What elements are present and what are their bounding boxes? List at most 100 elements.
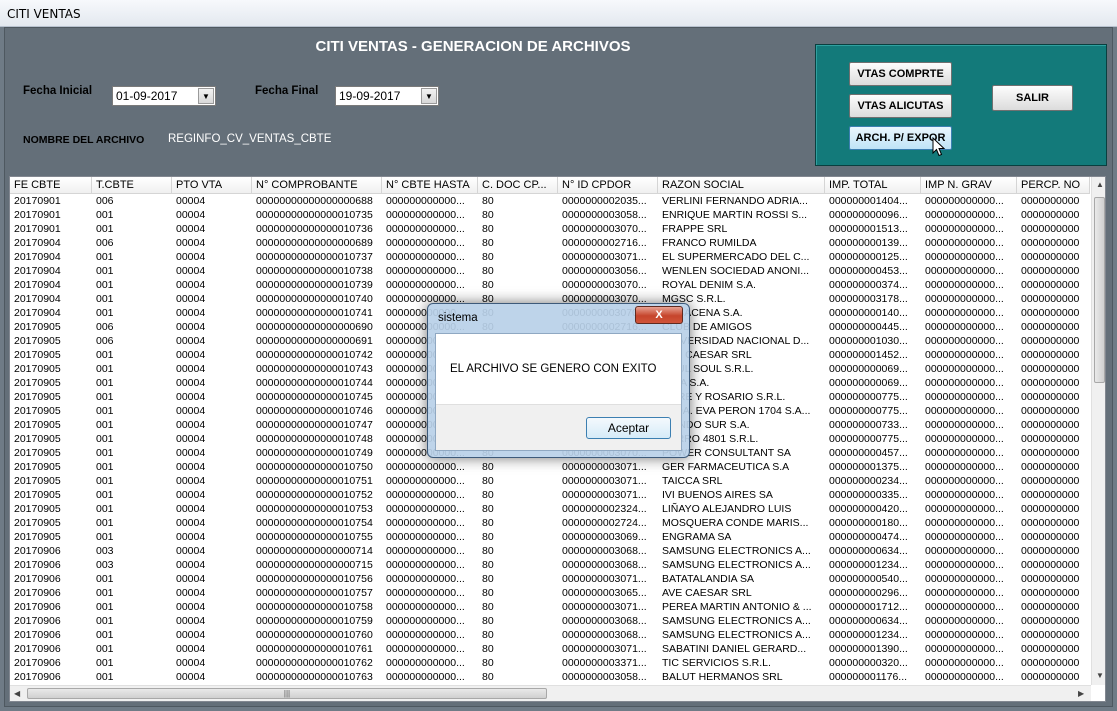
table-row[interactable]: 20170901 001 00004 00000000000000010735 0000… <box>10 208 1090 222</box>
cell-razon-social: SABATINI DANIEL GERARD... <box>662 643 807 655</box>
cell-percp-no: 0000000000 <box>1021 671 1080 683</box>
cell-t-cbte: 001 <box>96 629 114 641</box>
column-header-nro-cbte-hasta[interactable]: N° CBTE HASTA <box>382 177 478 193</box>
column-header-percp-no[interactable]: PERCP. NO <box>1017 177 1090 193</box>
end-date-combo[interactable]: 19-09-2017 ▼ <box>335 86 439 106</box>
cell-pto-vta: 00004 <box>176 237 206 249</box>
table-row[interactable]: 20170906 001 00004 00000000000000010757 0000… <box>10 586 1090 600</box>
column-header-pto-vta[interactable]: PTO VTA <box>172 177 252 193</box>
table-row[interactable]: 20170905 001 00004 00000000000000010753 0000… <box>10 502 1090 516</box>
column-header-imp-n-grav[interactable]: IMP N. GRAV <box>921 177 1017 193</box>
table-row[interactable]: 20170906 001 00004 00000000000000010762 0000… <box>10 656 1090 670</box>
table-row[interactable]: 20170901 001 00004 00000000000000010736 0000… <box>10 222 1090 236</box>
table-row[interactable]: 20170901 006 00004 00000000000000000688 0000… <box>10 194 1090 208</box>
scroll-up-icon[interactable]: ▲ <box>1096 180 1104 189</box>
table-row[interactable]: 20170906 003 00004 00000000000000000715 0000… <box>10 558 1090 572</box>
vtas-comprte-button[interactable]: VTAS COMPRTE <box>849 62 952 86</box>
cell-percp-no: 0000000000 <box>1021 419 1080 431</box>
cell-pto-vta: 00004 <box>176 643 206 655</box>
table-row[interactable]: 20170905 001 00004 00000000000000010752 0000… <box>10 488 1090 502</box>
cell-pto-vta: 00004 <box>176 279 206 291</box>
cell-t-cbte: 001 <box>96 279 114 291</box>
cell-imp-n-grav: 000000000000... <box>925 223 1004 235</box>
cell-imp-total: 000000000775... <box>829 391 908 403</box>
cell-percp-no: 0000000000 <box>1021 321 1080 333</box>
table-row[interactable]: 20170906 001 00004 00000000000000010758 0000… <box>10 600 1090 614</box>
table-row[interactable]: 20170904 001 00004 00000000000000010739 0000… <box>10 278 1090 292</box>
cell-c-doc: 80 <box>482 531 494 543</box>
cell-percp-no: 0000000000 <box>1021 209 1080 221</box>
cell-nro-comprobante: 00000000000000010755 <box>256 531 373 543</box>
scroll-left-icon[interactable]: ◀ <box>14 689 20 698</box>
cell-percp-no: 0000000000 <box>1021 223 1080 235</box>
cell-percp-no: 0000000000 <box>1021 447 1080 459</box>
page-title: CITI VENTAS - GENERACION DE ARCHIVOS <box>315 38 631 55</box>
table-row[interactable]: 20170904 001 00004 00000000000000010738 0000… <box>10 264 1090 278</box>
accept-button[interactable]: Aceptar <box>586 417 671 439</box>
vtas-alicutas-button[interactable]: VTAS ALICUTAS <box>849 94 952 118</box>
start-date-value: 01-09-2017 <box>116 89 178 103</box>
end-date-label: Fecha Final <box>255 85 319 97</box>
table-row[interactable]: 20170906 001 00004 00000000000000010763 0000… <box>10 670 1090 684</box>
cell-pto-vta: 00004 <box>176 377 206 389</box>
scroll-down-icon[interactable]: ▼ <box>1096 671 1104 680</box>
cell-c-doc: 80 <box>482 475 494 487</box>
cell-percp-no: 0000000000 <box>1021 531 1080 543</box>
cell-imp-n-grav: 000000000000... <box>925 335 1004 347</box>
chevron-down-icon[interactable]: ▼ <box>198 88 214 104</box>
column-header-nro-comprobante[interactable]: N° COMPROBANTE <box>252 177 382 193</box>
cell-id-cpdor: 0000000003071... <box>562 601 647 613</box>
column-header-id-cpdor[interactable]: N° ID CPDOR <box>558 177 658 193</box>
cell-razon-social: AVE CAESAR SRL <box>662 587 752 599</box>
table-row[interactable]: 20170904 001 00004 00000000000000010737 0000… <box>10 250 1090 264</box>
table-row[interactable]: 20170906 001 00004 00000000000000010760 0000… <box>10 628 1090 642</box>
cell-id-cpdor: 0000000002324... <box>562 503 647 515</box>
cell-nro-cbte-hasta: 000000000000... <box>386 475 465 487</box>
table-row[interactable]: 20170905 001 00004 00000000000000010755 0000… <box>10 530 1090 544</box>
cell-nro-comprobante: 00000000000000010738 <box>256 265 373 277</box>
cell-fe-cbte: 20170905 <box>14 489 61 501</box>
close-icon[interactable]: X <box>635 306 683 324</box>
dialog-message: EL ARCHIVO SE GENERO CON EXITO <box>450 363 657 375</box>
cell-fe-cbte: 20170906 <box>14 573 61 585</box>
table-row[interactable]: 20170906 003 00004 00000000000000000714 0000… <box>10 544 1090 558</box>
cell-imp-total: 000000000096... <box>829 209 908 221</box>
cell-pto-vta: 00004 <box>176 545 206 557</box>
cell-pto-vta: 00004 <box>176 601 206 613</box>
start-date-combo[interactable]: 01-09-2017 ▼ <box>112 86 216 106</box>
table-row[interactable]: 20170906 001 00004 00000000000000010756 0000… <box>10 572 1090 586</box>
cell-nro-cbte-hasta: 000000000000... <box>386 657 465 669</box>
cell-pto-vta: 00004 <box>176 419 206 431</box>
cell-imp-n-grav: 000000000000... <box>925 293 1004 305</box>
chevron-down-icon[interactable]: ▼ <box>421 88 437 104</box>
column-header-imp-total[interactable]: IMP. TOTAL <box>825 177 921 193</box>
column-header-t-cbte[interactable]: T.CBTE <box>92 177 172 193</box>
cell-razon-social: LIÑAYO ALEJANDRO LUIS <box>662 503 792 515</box>
cell-c-doc: 80 <box>482 517 494 529</box>
column-header-c-doc[interactable]: C. DOC CP... <box>478 177 558 193</box>
vertical-scroll-thumb[interactable] <box>1094 197 1105 383</box>
cell-c-doc: 80 <box>482 615 494 627</box>
table-row[interactable]: 20170906 001 00004 00000000000000010761 0000… <box>10 642 1090 656</box>
cell-fe-cbte: 20170905 <box>14 503 61 515</box>
table-row[interactable]: 20170905 001 00004 00000000000000010751 0000… <box>10 474 1090 488</box>
cell-c-doc: 80 <box>482 643 494 655</box>
table-row[interactable]: 20170905 001 00004 00000000000000010750 0000… <box>10 460 1090 474</box>
cell-c-doc: 80 <box>482 209 494 221</box>
cell-percp-no: 0000000000 <box>1021 587 1080 599</box>
table-row[interactable]: 20170906 001 00004 00000000000000010759 0000… <box>10 614 1090 628</box>
cell-t-cbte: 001 <box>96 517 114 529</box>
salir-button[interactable]: SALIR <box>992 85 1073 111</box>
horizontal-scrollbar[interactable]: ◀ ||| ▶ <box>10 685 1091 701</box>
cell-t-cbte: 006 <box>96 237 114 249</box>
filename-label: NOMBRE DEL ARCHIVO <box>23 134 145 146</box>
table-row[interactable]: 20170905 001 00004 00000000000000010754 0000… <box>10 516 1090 530</box>
column-header-razon-social[interactable]: RAZON SOCIAL <box>658 177 825 193</box>
scroll-right-icon[interactable]: ▶ <box>1078 689 1084 698</box>
vertical-scrollbar[interactable]: ▲ ▼ <box>1091 177 1105 685</box>
cell-nro-cbte-hasta: 000000000000... <box>386 223 465 235</box>
cell-c-doc: 80 <box>482 587 494 599</box>
column-header-fe-cbte[interactable]: FE CBTE <box>10 177 92 193</box>
table-row[interactable]: 20170904 006 00004 00000000000000000689 0000… <box>10 236 1090 250</box>
horizontal-scroll-thumb[interactable]: ||| <box>27 688 547 699</box>
